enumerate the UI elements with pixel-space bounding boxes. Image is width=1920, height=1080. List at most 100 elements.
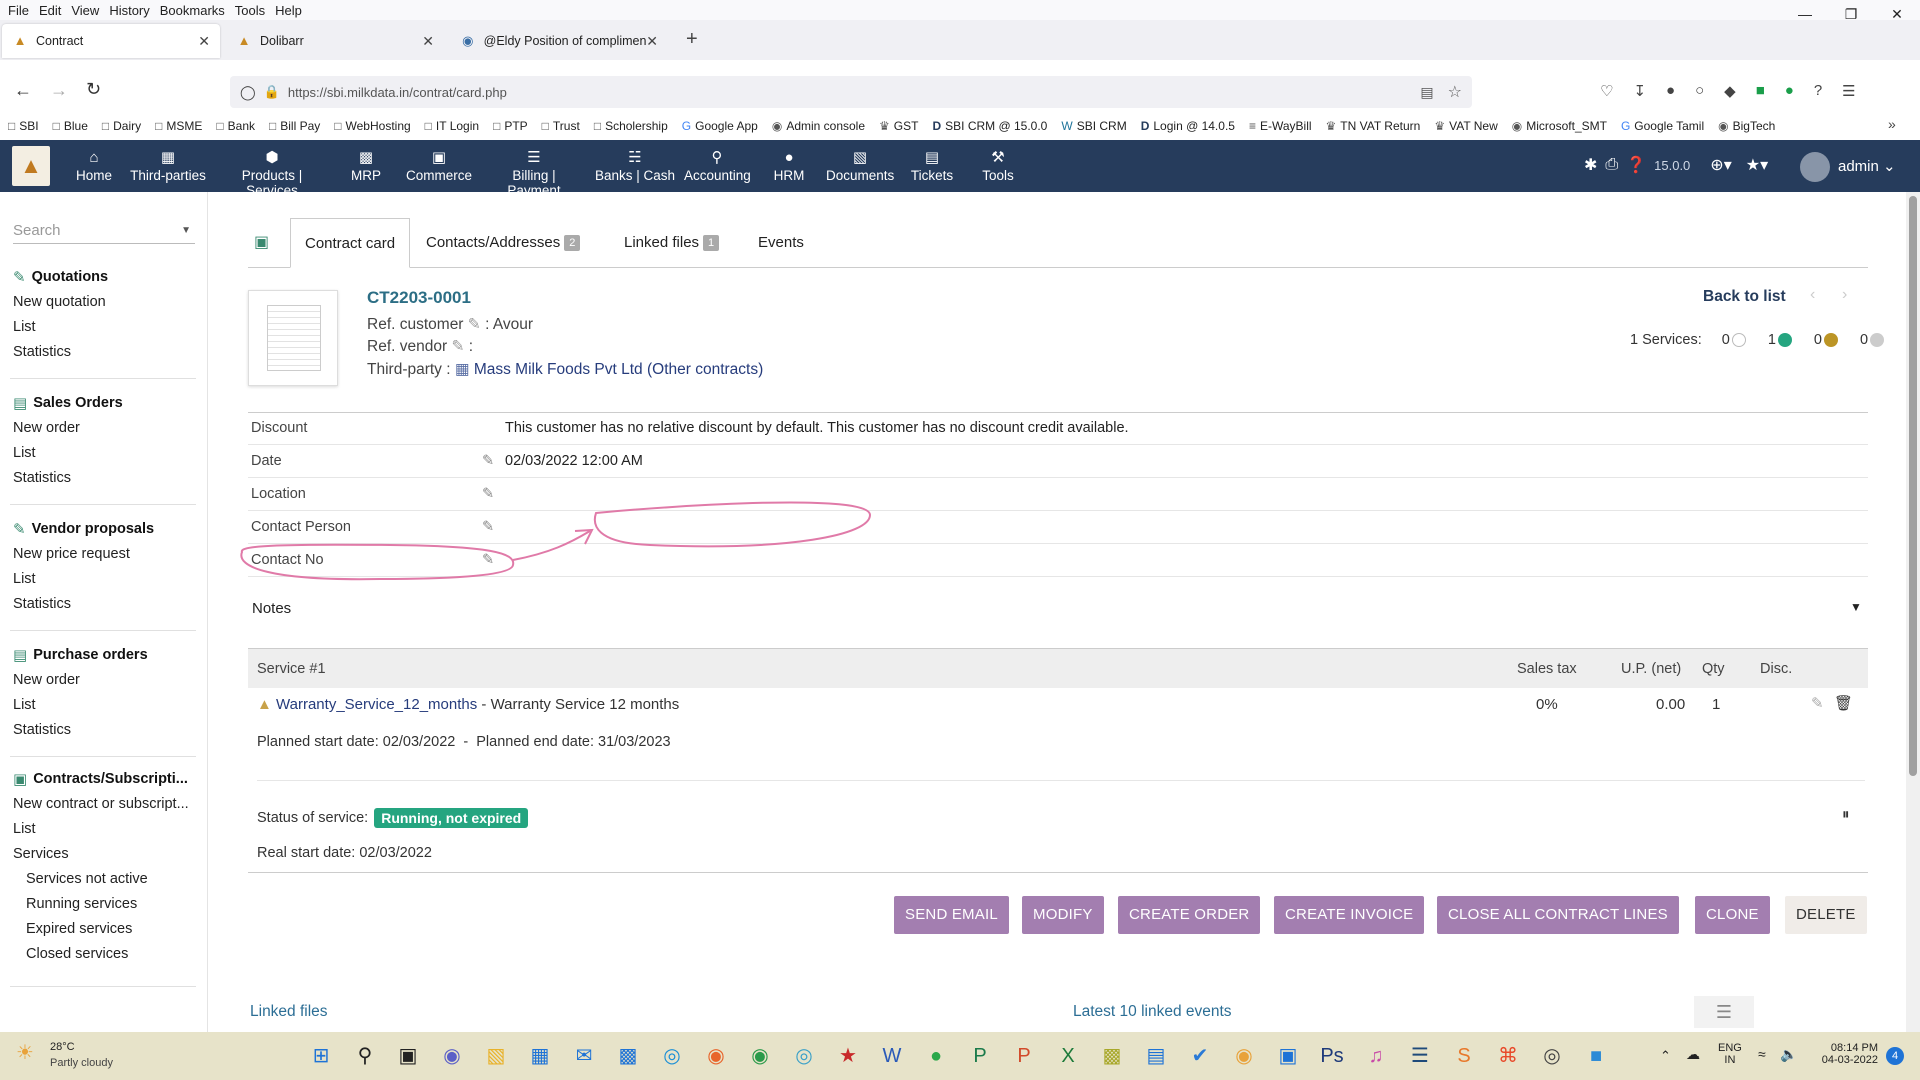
left-item-new-quotation[interactable]: New quotation <box>13 294 108 310</box>
menu-third-parties[interactable]: ▦ Third-parties <box>130 148 206 183</box>
todo-icon[interactable]: ✔ <box>1185 1040 1215 1072</box>
left-item-services[interactable]: Services <box>13 846 203 862</box>
left-section-title[interactable]: ▤ Purchase orders <box>13 646 148 664</box>
menu-history[interactable]: History <box>109 3 149 18</box>
notification-badge[interactable]: 4 <box>1886 1047 1904 1065</box>
itunes-icon[interactable]: ♫ <box>1361 1040 1391 1072</box>
menu-banks-cash[interactable]: ☵ Banks | Cash <box>592 148 678 183</box>
teams-icon[interactable]: ◉ <box>437 1040 467 1072</box>
edit-pencil-icon[interactable]: ✎ <box>1811 694 1824 712</box>
menu-tools[interactable]: ⚒ Tools <box>978 148 1018 183</box>
app-icon[interactable]: ▩ <box>1097 1040 1127 1072</box>
forward-arrow-icon[interactable]: → <box>50 80 68 101</box>
bookmark-microsoft-smt[interactable]: ◉ Microsoft_SMT <box>1512 119 1607 133</box>
app-icon[interactable]: ▤ <box>1141 1040 1171 1072</box>
menu-tools[interactable]: Tools <box>235 3 265 18</box>
menu-billing-payment[interactable]: ☰ Billing | Payment <box>484 148 584 198</box>
app-icon[interactable]: ▣ <box>1273 1040 1303 1072</box>
bookmark-login-14[interactable]: D Login @ 14.0.5 <box>1141 119 1235 133</box>
back-arrow-icon[interactable]: ← <box>14 80 32 101</box>
list-view-icon[interactable]: ☰ <box>1694 996 1754 1028</box>
download-icon[interactable]: ↧ <box>1633 82 1646 100</box>
bookmark-dairy[interactable]: □ Dairy <box>102 119 141 133</box>
left-item-statistics[interactable]: Statistics <box>13 596 154 612</box>
tab-linked-files[interactable]: Linked files 1 <box>610 218 733 268</box>
user-menu[interactable]: admin ⌄ <box>1838 157 1896 175</box>
create-invoice-button[interactable]: CREATE INVOICE <box>1274 896 1425 934</box>
app-icon[interactable]: ☰ <box>1405 1040 1435 1072</box>
clock[interactable]: 08:14 PM 04-03-2022 <box>1818 1042 1878 1066</box>
word-icon[interactable]: W <box>877 1040 907 1072</box>
reload-icon[interactable]: ↻ <box>86 79 101 100</box>
tab-contract-card[interactable]: Contract card <box>290 218 411 268</box>
close-all-contract-lines-button[interactable]: CLOSE ALL CONTRACT LINES <box>1437 896 1679 934</box>
new-tab-icon[interactable]: + <box>686 28 698 51</box>
hamburger-menu-icon[interactable]: ☰ <box>1842 82 1855 100</box>
bookmark-google-tamil[interactable]: G Google Tamil <box>1621 119 1704 133</box>
store-icon[interactable]: ▦ <box>525 1040 555 1072</box>
scrollbar-thumb[interactable] <box>1909 196 1917 776</box>
browser-tab-dolibarr[interactable]: ▲ Dolibarr ✕ <box>226 24 444 58</box>
service-product-link[interactable]: Warranty_Service_12_months <box>276 696 477 713</box>
language-indicator[interactable]: ENG IN <box>1718 1042 1742 1066</box>
left-item-statistics[interactable]: Statistics <box>13 470 123 486</box>
tab-events[interactable]: Events <box>744 218 818 268</box>
close-tab-icon[interactable]: ✕ <box>646 33 658 50</box>
wifi-icon[interactable]: ≈ <box>1758 1046 1766 1062</box>
pause-service-icon[interactable]: ⏸ <box>1842 806 1850 823</box>
menu-home[interactable]: ⌂ Home <box>70 148 118 183</box>
edge-icon[interactable]: ◎ <box>657 1040 687 1072</box>
weather-icon[interactable]: ☀ <box>16 1040 34 1065</box>
file-explorer-icon[interactable]: ▧ <box>481 1040 511 1072</box>
bookmark-star-icon[interactable]: ★▾ <box>1746 155 1768 175</box>
left-item-expired-services[interactable]: Expired services <box>26 921 203 937</box>
back-to-list-link[interactable]: Back to list <box>1703 288 1786 306</box>
edit-pencil-icon[interactable]: ✎ <box>482 445 494 478</box>
bookmark-blue[interactable]: □ Blue <box>53 119 88 133</box>
bookmark-vat-new[interactable]: ♛ VAT New <box>1434 119 1497 133</box>
menu-commerce[interactable]: ▣ Commerce <box>402 148 476 197</box>
more-bookmarks-icon[interactable]: » <box>1888 116 1896 132</box>
left-item-closed-services[interactable]: Closed services <box>26 946 203 962</box>
modify-button[interactable]: MODIFY <box>1022 896 1104 934</box>
left-item-running-services[interactable]: Running services <box>26 896 203 912</box>
bookmark-bigtech[interactable]: ◉ BigTech <box>1718 119 1775 133</box>
bookmark-bank[interactable]: □ Bank <box>216 119 255 133</box>
left-section-title[interactable]: ▣ Contracts/Subscripti... <box>13 770 203 788</box>
url-bar[interactable]: ◯ 🔒 https://sbi.milkdata.in/contrat/card… <box>230 76 1472 108</box>
clone-button[interactable]: CLONE <box>1695 896 1770 934</box>
tab-contacts-addresses[interactable]: Contacts/Addresses 2 <box>412 218 594 268</box>
volume-icon[interactable]: 🔈 <box>1780 1046 1797 1063</box>
photoshop-icon[interactable]: Ps <box>1317 1040 1347 1072</box>
menu-accounting[interactable]: ⚲ Accounting <box>684 148 751 183</box>
search-icon[interactable]: ⚲ <box>350 1040 380 1072</box>
reader-view-icon[interactable]: ▤ <box>1420 84 1433 101</box>
third-party-link[interactable]: Mass Milk Foods Pvt Ltd <box>474 361 643 378</box>
bookmark-sbi-crm-15[interactable]: D SBI CRM @ 15.0.0 <box>932 119 1047 133</box>
send-email-button[interactable]: SEND EMAIL <box>894 896 1009 934</box>
menu-mrp[interactable]: ▩ MRP <box>344 148 388 183</box>
left-item-list[interactable]: List <box>13 319 108 335</box>
whatsapp-icon[interactable]: ■ <box>1756 82 1765 100</box>
delete-button[interactable]: DELETE <box>1785 896 1867 934</box>
close-tab-icon[interactable]: ✕ <box>198 33 210 50</box>
left-section-title[interactable]: ✎ Quotations <box>13 268 108 286</box>
whatsapp-icon[interactable]: ● <box>921 1040 951 1072</box>
bookmark-bill-pay[interactable]: □ Bill Pay <box>269 119 320 133</box>
left-item-list[interactable]: List <box>13 445 123 461</box>
bookmark-ptp[interactable]: □ PTP <box>493 119 528 133</box>
windows-start-icon[interactable]: ⊞ <box>306 1040 336 1072</box>
menu-documents[interactable]: ▧ Documents <box>826 148 894 183</box>
zoom-icon[interactable]: ■ <box>1581 1040 1611 1072</box>
left-section-title[interactable]: ▤ Sales Orders <box>13 394 123 412</box>
bookmark-scholership[interactable]: □ Scholership <box>594 119 668 133</box>
firefox-icon[interactable]: ◉ <box>701 1040 731 1072</box>
company-logo[interactable]: ▲ <box>12 146 50 186</box>
create-order-button[interactable]: CREATE ORDER <box>1118 896 1261 934</box>
app-icon[interactable]: ◎ <box>1537 1040 1567 1072</box>
browser-tab-contract[interactable]: ▲ Contract ✕ <box>2 24 220 58</box>
excel-icon[interactable]: X <box>1053 1040 1083 1072</box>
left-item-new-contract[interactable]: New contract or subscript... <box>13 796 203 812</box>
bookmark-sbi[interactable]: □ SBI <box>8 119 39 133</box>
menu-help[interactable]: Help <box>275 3 302 18</box>
